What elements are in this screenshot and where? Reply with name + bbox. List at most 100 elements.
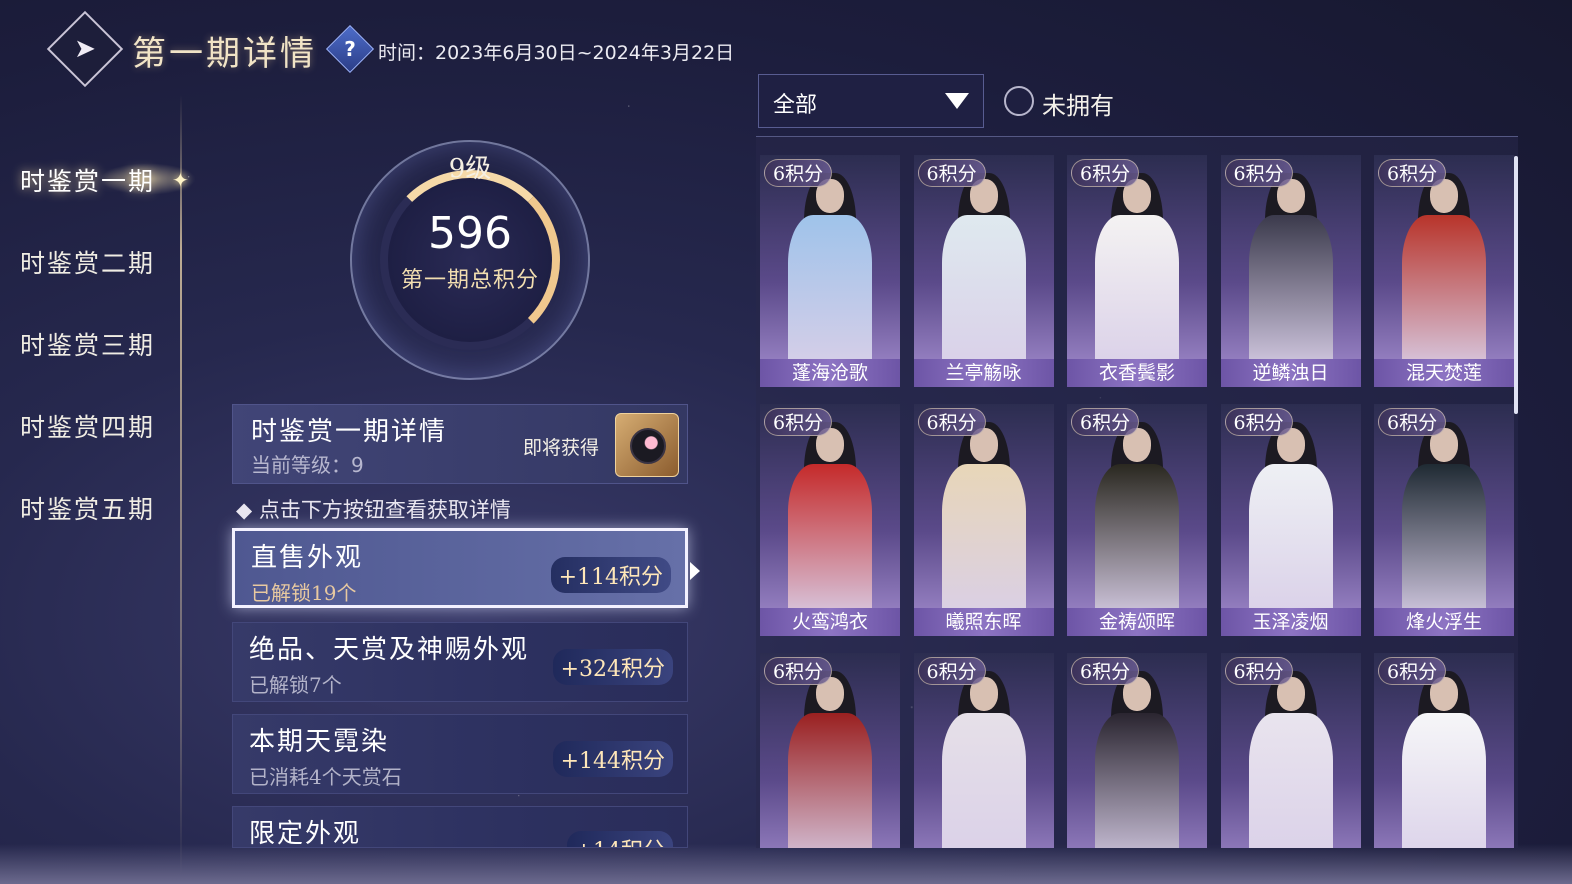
outfit-name: 蓬海沧歌 — [760, 359, 900, 387]
outfit-card[interactable]: 6积分 — [913, 653, 1054, 848]
nav-item-period-2[interactable]: 时鉴赏二期 — [20, 244, 155, 280]
outfit-card[interactable]: 6积分 — [1374, 653, 1514, 848]
outfit-grid: 6积分 蓬海沧歌 6积分 兰亭觞咏 6积分 衣香鬓影 6积分 逆鳞浊日 6积分 混天焚莲 6积分 火鸾… — [756, 136, 1518, 848]
points-badge: 6积分 — [1378, 408, 1447, 436]
outfit-card[interactable]: 6积分烽火浮生 — [1374, 404, 1514, 636]
outfit-card[interactable]: 6积分衣香鬓影 — [1067, 155, 1207, 387]
back-button[interactable]: ➤ — [46, 10, 124, 88]
period-detail-panel[interactable]: 时鉴赏一期详情 当前等级：9 即将获得 — [232, 404, 688, 484]
ring-progress — [380, 170, 560, 350]
outfit-card[interactable]: 6积分逆鳞浊日 — [1220, 155, 1361, 387]
points-badge: 6积分 — [764, 159, 833, 187]
help-icon[interactable]: ? — [325, 24, 375, 74]
category-points: +114积分 — [550, 557, 671, 593]
outfit-card[interactable]: 6积分蓬海沧歌 — [760, 155, 900, 387]
category-sub: 已解锁7个 — [249, 673, 342, 697]
nav-divider — [180, 95, 182, 875]
outfit-name: 火鸾鸿衣 — [760, 608, 900, 636]
points-badge: 6积分 — [1378, 159, 1447, 187]
character-portrait — [941, 671, 1026, 848]
character-portrait — [941, 422, 1026, 624]
character-portrait — [788, 671, 872, 848]
category-limited[interactable]: 限定外观 +14积分 — [232, 806, 688, 848]
points-badge: 6积分 — [1071, 657, 1140, 685]
character-portrait — [788, 173, 872, 375]
floor-glow — [0, 844, 1572, 884]
filter-value: 全部 — [773, 93, 818, 118]
character-portrait — [1402, 671, 1486, 848]
points-badge: 6积分 — [917, 159, 986, 187]
outfit-name: 混天焚莲 — [1374, 359, 1514, 387]
outfit-card[interactable]: 6积分 — [1067, 653, 1207, 848]
points-badge: 6积分 — [764, 657, 833, 685]
points-badge: 6积分 — [1071, 159, 1140, 187]
outfit-name: 衣香鬓影 — [1067, 359, 1207, 387]
character-portrait — [1095, 173, 1179, 375]
category-dye[interactable]: 本期天霓染 已消耗4个天赏石 +144积分 — [232, 714, 688, 794]
page-title: 第一期详情 — [132, 34, 317, 74]
category-points: +324积分 — [552, 649, 673, 685]
category-title: 直售外观 — [251, 543, 364, 573]
chevron-down-icon — [945, 93, 969, 109]
nav-item-period-5[interactable]: 时鉴赏五期 — [20, 490, 155, 526]
hint-text: ◆ 点击下方按钮查看获取详情 — [236, 498, 511, 522]
filter-dropdown[interactable]: 全部 — [758, 74, 984, 128]
outfit-card[interactable]: 6积分 金祷颂晖 — [1067, 404, 1207, 636]
score-ring: 9级 596 第一期总积分 — [330, 140, 610, 380]
category-premium[interactable]: 绝品、天赏及神赐外观 已解锁7个 +324积分 — [232, 622, 688, 702]
outfit-card[interactable]: 6积分曦照东晖 — [913, 404, 1054, 636]
category-title: 绝品、天赏及神赐外观 — [249, 635, 530, 665]
outfit-card[interactable]: 6积分混天焚莲 — [1374, 155, 1514, 387]
unowned-label[interactable]: 未拥有 — [1042, 86, 1114, 121]
character-portrait — [1248, 422, 1333, 624]
detail-title: 时鉴赏一期详情 — [251, 417, 448, 447]
points-badge: 6积分 — [764, 408, 833, 436]
total-score: 596 — [428, 208, 512, 259]
outfit-name: 逆鳞浊日 — [1220, 359, 1361, 387]
nav-item-period-3[interactable]: 时鉴赏三期 — [20, 326, 155, 362]
points-badge: 6积分 — [1378, 657, 1447, 685]
outfit-name: 烽火浮生 — [1374, 608, 1514, 636]
outfit-card[interactable]: 6积分 — [1220, 653, 1361, 848]
outfit-card[interactable]: 6积分火鸾鸿衣 — [760, 404, 900, 636]
category-direct-sale[interactable]: 直售外观 已解锁19个 +114积分 — [232, 528, 688, 608]
character-portrait — [788, 422, 872, 624]
outfit-name: 曦照东晖 — [913, 608, 1054, 636]
reward-item-icon[interactable] — [615, 413, 679, 477]
points-badge: 6积分 — [1224, 159, 1293, 187]
nav-item-period-1[interactable]: 时鉴赏一期 — [20, 162, 155, 198]
selected-arrow-icon — [690, 562, 700, 580]
diamond-bullet-icon: ◆ — [236, 498, 259, 522]
current-level: 当前等级：9 — [251, 453, 364, 477]
category-points: +144积分 — [552, 741, 673, 777]
time-range: 时间：2023年6月30日~2024年3月22日 — [378, 42, 735, 64]
category-title: 限定外观 — [249, 819, 362, 848]
points-badge: 6积分 — [1224, 408, 1293, 436]
points-badge: 6积分 — [917, 657, 986, 685]
category-sub: 已解锁19个 — [251, 581, 357, 605]
character-portrait — [1095, 422, 1179, 624]
upcoming-reward-label: 即将获得 — [523, 437, 600, 459]
outfit-name: 玉泽凌烟 — [1220, 608, 1361, 636]
outfit-card[interactable]: 6积分玉泽凌烟 — [1220, 404, 1361, 636]
character-portrait — [941, 173, 1026, 375]
character-portrait — [1248, 671, 1333, 848]
sparkle-icon: ✦ — [172, 168, 189, 192]
character-portrait — [1248, 173, 1333, 375]
outfit-card[interactable]: 6积分 — [760, 653, 900, 848]
outfit-name: 金祷颂晖 — [1067, 608, 1207, 636]
outfit-card[interactable]: 6积分兰亭觞咏 — [913, 155, 1054, 387]
outfit-name: 兰亭觞咏 — [913, 359, 1054, 387]
character-portrait — [1402, 422, 1486, 624]
level-label: 9级 — [448, 154, 492, 184]
back-arrow-icon: ➤ — [74, 34, 96, 64]
nav-item-period-4[interactable]: 时鉴赏四期 — [20, 408, 155, 444]
points-badge: 6积分 — [1224, 657, 1293, 685]
category-sub: 已消耗4个天赏石 — [249, 765, 402, 789]
character-portrait — [1095, 671, 1179, 848]
unowned-radio[interactable] — [1004, 86, 1034, 116]
points-badge: 6积分 — [917, 408, 986, 436]
grid-scrollbar[interactable] — [1514, 156, 1518, 414]
total-score-label: 第一期总积分 — [400, 268, 539, 293]
category-points: +14积分 — [566, 831, 673, 847]
